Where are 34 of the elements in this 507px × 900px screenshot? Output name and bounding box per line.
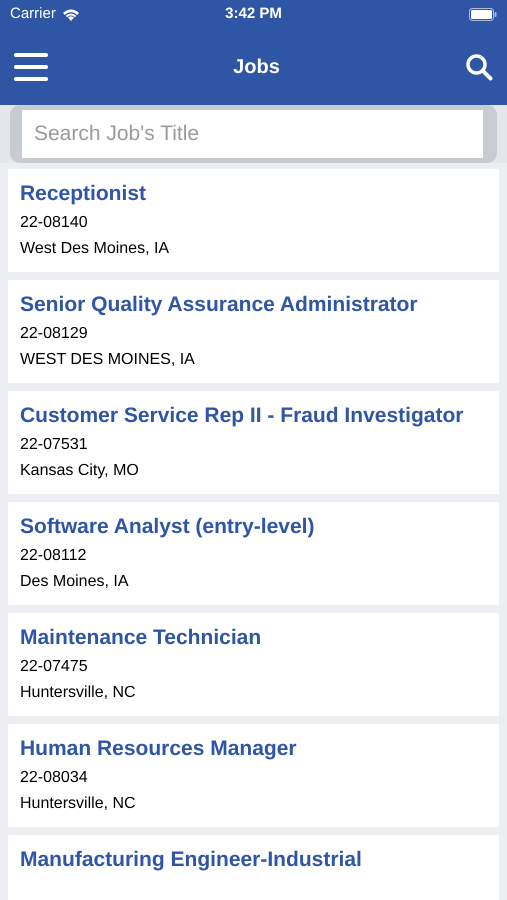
wifi-icon <box>62 8 80 20</box>
job-id: 22-08140 <box>20 213 89 233</box>
job-title: Software Analyst (entry-level) <box>20 514 316 540</box>
job-title: Senior Quality Assurance Administrator <box>20 292 419 318</box>
job-location: West Des Moines, IA <box>20 239 170 259</box>
job-location: WEST DES MOINES, IA <box>20 350 196 370</box>
job-title: Customer Service Rep II - Fraud Investigator <box>20 403 464 429</box>
job-id: 22-08112 <box>20 546 88 566</box>
search-field[interactable]: Search Job's Title <box>22 110 483 158</box>
job-card[interactable]: Human Resources Manager 22-08034 Huntersville, NC <box>8 724 499 827</box>
job-card[interactable]: Customer Service Rep II - Fraud Investigator 22-07531 Kansas City, MO <box>8 391 499 494</box>
job-id: 22-08129 <box>20 324 89 344</box>
job-id: 22-07475 <box>20 657 89 677</box>
job-card[interactable]: Receptionist 22-08140 West Des Moines, IA <box>8 169 499 272</box>
job-location: Des Moines, IA <box>20 572 130 592</box>
job-id: 22-08034 <box>20 768 89 788</box>
job-location: Huntersville, NC <box>20 794 137 814</box>
job-card[interactable]: Manufacturing Engineer-Industrial <box>8 835 499 900</box>
job-title: Receptionist <box>20 181 148 207</box>
job-location: Kansas City, MO <box>20 461 140 481</box>
job-card[interactable]: Maintenance Technician 22-07475 Huntersville, NC <box>8 613 499 716</box>
menu-button[interactable] <box>14 52 48 80</box>
job-location: Huntersville, NC <box>20 683 137 703</box>
job-title: Manufacturing Engineer-Industrial <box>20 847 363 873</box>
job-card[interactable]: Software Analyst (entry-level) 22-08112 Des Moines, IA <box>8 502 499 605</box>
search-icon[interactable] <box>465 52 493 80</box>
page-title: Jobs <box>233 54 280 80</box>
job-title: Maintenance Technician <box>20 625 262 651</box>
job-title: Human Resources Manager <box>20 736 298 762</box>
status-time: 3:42 PM <box>225 4 282 24</box>
carrier-label: Carrier <box>10 4 56 24</box>
job-id: 22-07531 <box>20 435 89 455</box>
job-card[interactable]: Senior Quality Assurance Administrator 22-08129 WEST DES MOINES, IA <box>8 280 499 383</box>
battery-icon <box>469 8 497 20</box>
